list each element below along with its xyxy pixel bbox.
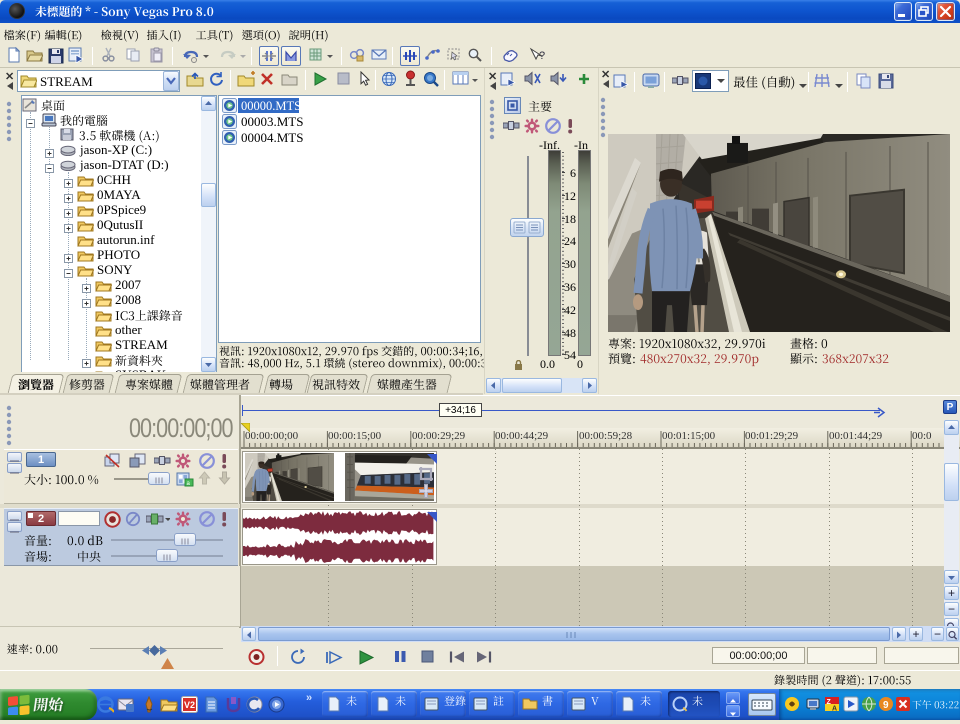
svg-text:Z: Z [827,699,832,706]
svg-text:A: A [832,706,837,713]
svg-text:V2: V2 [184,700,195,710]
svg-text:9: 9 [883,700,889,711]
svg-text:?: ? [539,50,545,62]
